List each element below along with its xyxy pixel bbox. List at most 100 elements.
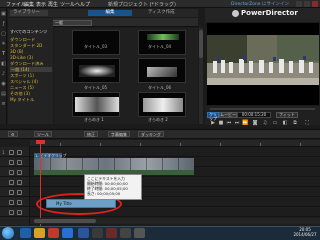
track-lock-icon[interactable] <box>17 150 22 155</box>
minimize-button[interactable] <box>296 1 302 7</box>
tools-icon[interactable]: ⚙ <box>8 131 18 137</box>
thumbnail[interactable] <box>72 30 120 55</box>
category-item[interactable]: スタンダード 2D <box>10 43 42 48</box>
track-lock-icon[interactable] <box>17 170 22 175</box>
title-room-icon[interactable]: T <box>1 52 6 57</box>
fix-button[interactable]: 修正 <box>84 131 98 137</box>
thumbnail[interactable] <box>72 92 120 117</box>
track-pip-icon[interactable] <box>9 190 14 195</box>
explorer-icon[interactable] <box>34 228 45 238</box>
next-frame-icon[interactable]: ⏭ <box>234 121 240 126</box>
sign-in-link[interactable]: DirectorZone にサインイン <box>231 1 289 7</box>
timeline-scroll-thumb[interactable] <box>34 219 96 223</box>
menu-tools[interactable]: ツール <box>60 1 75 8</box>
thumbnail[interactable] <box>138 30 186 55</box>
transition-room-icon[interactable]: ◧ <box>1 62 6 67</box>
playhead[interactable] <box>40 140 41 226</box>
menu-view[interactable]: 表示 <box>36 1 46 8</box>
tab-disc[interactable]: ディスク作成 <box>148 10 188 16</box>
category-item[interactable]: ダウンロード <box>10 37 35 42</box>
room-tabs: ライブラリー 編集 ディスク作成 <box>8 9 198 17</box>
track-lock-icon[interactable] <box>17 210 22 215</box>
playback-progress[interactable] <box>210 108 315 110</box>
movie-mode-button[interactable]: ムービー <box>219 112 237 118</box>
category-item[interactable]: 3D-Like (3) <box>10 55 33 60</box>
tab-media[interactable]: ライブラリー <box>10 10 48 16</box>
category-item[interactable]: すべてのコンテンツ <box>10 29 47 34</box>
previous-frame-icon[interactable]: ⏮ <box>226 121 232 126</box>
tooltip-line: 長さ: 00;00;05;00 <box>87 191 121 196</box>
category-item[interactable]: その他 (3) <box>10 91 30 96</box>
ie-icon[interactable] <box>20 228 31 238</box>
timecode-display[interactable]: 00:00:15:20 <box>237 112 271 118</box>
fullscreen-icon[interactable]: ⛶ <box>304 121 310 126</box>
thumbnail[interactable] <box>138 92 186 117</box>
volume-icon[interactable]: ♫ <box>262 121 268 126</box>
track-video-icon[interactable] <box>9 160 14 165</box>
category-item[interactable]: スポーツ (1) <box>10 73 34 78</box>
voice-room-icon[interactable]: ◉ <box>1 82 6 87</box>
stop-icon[interactable]: ■ <box>218 121 224 126</box>
chrome-icon[interactable] <box>62 228 73 238</box>
track-lock-icon[interactable] <box>17 180 22 185</box>
chapter-room-icon[interactable]: ▤ <box>1 92 6 97</box>
system-clock[interactable]: 20:05 2014/06/27 <box>290 227 320 237</box>
subtitle-edit-button[interactable]: 字幕編集 <box>108 131 130 137</box>
track-lock-icon[interactable] <box>17 190 22 195</box>
category-dropdown[interactable]: 一般 <box>52 20 92 26</box>
category-item[interactable]: 一般 (14) <box>10 67 52 72</box>
timeline-ruler[interactable] <box>30 140 320 147</box>
zoom-fit-select[interactable]: フィット <box>276 112 298 118</box>
app-icon[interactable] <box>106 228 117 238</box>
track-lock-icon[interactable] <box>17 160 22 165</box>
menu-play[interactable]: 再生 <box>48 1 58 8</box>
track-audio-icon[interactable] <box>9 170 14 175</box>
app-icon[interactable] <box>120 228 131 238</box>
category-item[interactable]: My タイトル <box>10 97 34 102</box>
menu-file[interactable]: ファイル <box>6 1 26 8</box>
start-button[interactable] <box>2 227 14 239</box>
powerdirector-logo-icon <box>232 10 239 17</box>
subtitle-room-icon[interactable]: ≡ <box>1 102 6 107</box>
pip-room-icon[interactable]: ▢ <box>1 32 6 37</box>
menu-edit[interactable]: 編集 <box>24 1 34 8</box>
menu-help[interactable]: ヘルプ <box>75 1 90 8</box>
preview-window[interactable] <box>207 23 319 105</box>
audio-room-icon[interactable]: ♪ <box>1 72 6 77</box>
display-icon[interactable]: ▭ <box>272 121 278 126</box>
app-icon[interactable] <box>134 228 145 238</box>
thumbnail[interactable] <box>138 58 186 83</box>
tools-button[interactable]: ツール <box>34 131 52 137</box>
close-button[interactable] <box>312 1 318 7</box>
track-title-icon[interactable] <box>9 200 14 205</box>
powerdirector-taskbar-icon[interactable] <box>92 228 103 238</box>
thumbnail-label: きらめき 1 <box>84 117 104 122</box>
undock-icon[interactable]: ⧉ <box>292 121 298 126</box>
track-voice-icon[interactable] <box>9 210 14 215</box>
fast-forward-icon[interactable]: ⏩ <box>242 121 248 126</box>
category-item[interactable]: 3D (B) <box>10 49 23 54</box>
tab-edit[interactable]: 編集 <box>88 10 132 16</box>
snapshot-icon[interactable]: ◙ <box>252 121 258 126</box>
category-item[interactable]: ニュース (5) <box>10 85 34 90</box>
track-lock-icon[interactable] <box>17 200 22 205</box>
ducking-button[interactable]: ダッキング <box>138 131 164 137</box>
clip-mode-button[interactable]: クリップ <box>207 112 219 121</box>
maximize-button[interactable] <box>304 1 310 7</box>
effect-room-icon[interactable]: ƒ <box>1 22 6 27</box>
media-player-icon[interactable] <box>48 228 59 238</box>
media-room-icon[interactable]: ▣ <box>1 12 6 17</box>
category-item[interactable]: スペシャル (4) <box>10 79 38 84</box>
library-scroll-thumb[interactable] <box>199 30 203 58</box>
project-title: 新規プロジェクト (*ドラッグ) <box>108 2 176 8</box>
word-icon[interactable] <box>78 228 89 238</box>
thumbnail[interactable] <box>72 58 120 83</box>
track-fx-icon[interactable] <box>9 180 14 185</box>
clip-tooltip: ここにテキストを入力 開始時間: 00;00;00;00 終了時間: 00;00… <box>84 174 142 200</box>
play-icon[interactable]: ▶ <box>210 121 216 126</box>
category-item[interactable]: ダウンロード済み <box>10 61 44 66</box>
particle-room-icon[interactable]: ✳ <box>1 42 6 47</box>
video-clip[interactable] <box>34 158 194 170</box>
track-video-icon[interactable] <box>9 150 14 155</box>
3d-icon[interactable]: ◧ <box>282 121 288 126</box>
